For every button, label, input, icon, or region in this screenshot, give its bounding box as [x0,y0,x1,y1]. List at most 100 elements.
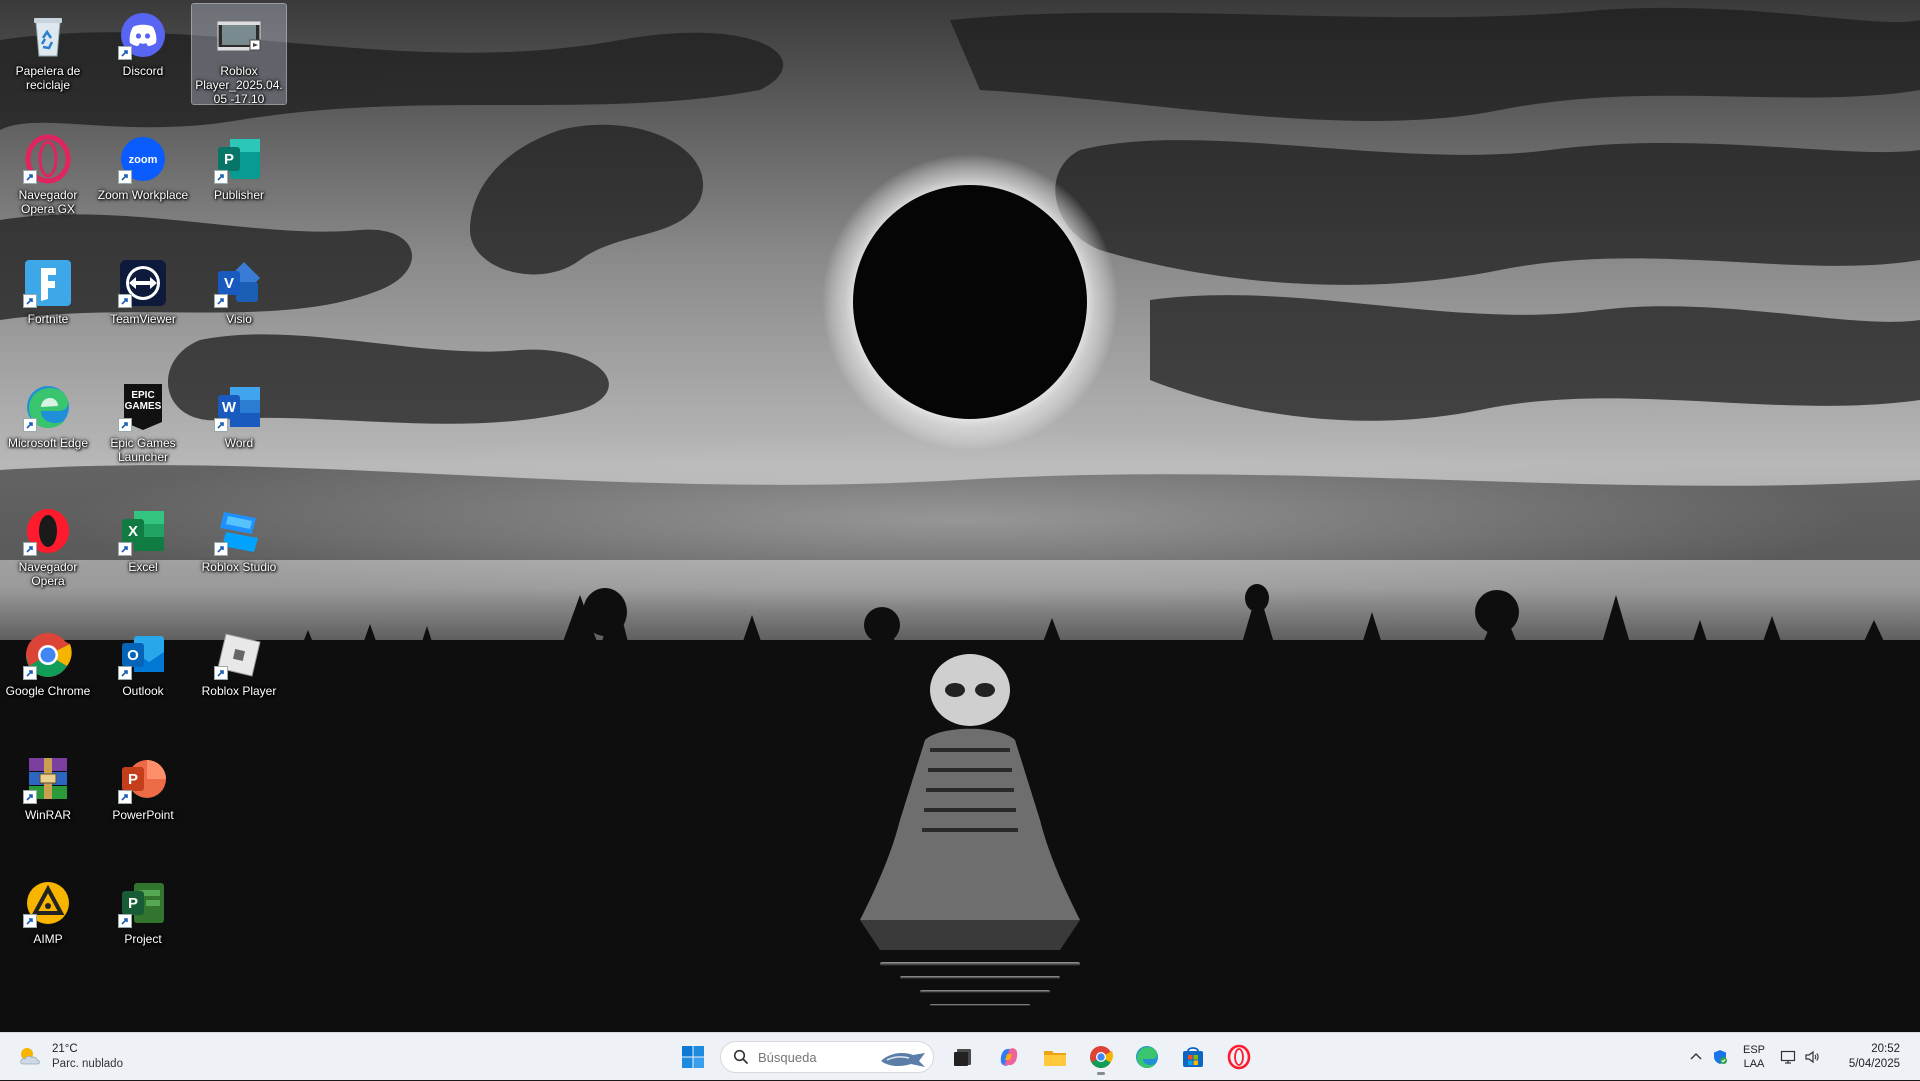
opera-icon [1227,1044,1251,1070]
desktop-icon-label: Navegador Opera [18,560,78,588]
desktop-wallpaper [0,0,1920,1032]
chrome-button[interactable] [1080,1037,1122,1077]
desktop-icon-roblox-studio[interactable]: Roblox Studio [192,500,286,612]
winrar-icon [23,754,73,804]
desktop-icon-label: Roblox Player [201,684,277,698]
outlook-icon: O [118,630,168,680]
desktop-icon-project[interactable]: P Project [96,872,190,984]
shortcut-arrow-icon [118,790,132,804]
svg-text:O: O [127,647,139,664]
recycle-bin-icon [23,10,73,60]
shortcut-arrow-icon [23,294,37,308]
desktop-icon-outlook[interactable]: O Outlook [96,624,190,736]
shortcut-arrow-icon [214,418,228,432]
chrome-icon [23,630,73,680]
clock-time: 20:52 [1871,1043,1900,1055]
input-language-button[interactable]: ESP LAA [1736,1037,1772,1077]
store-button[interactable] [1172,1037,1214,1077]
search-highlight-icon [881,1053,925,1067]
desktop-icon-label: Google Chrome [5,684,91,698]
desktop-icon-label: Project [124,932,162,946]
speaker-icon [1805,1050,1819,1064]
svg-text:P: P [224,151,234,168]
svg-text:X: X [128,523,138,540]
search-icon [733,1049,749,1065]
publisher-icon: P [214,134,264,184]
desktop-icon-label: Excel [128,560,158,574]
volume-button[interactable] [1804,1037,1820,1077]
desktop-icon-opera[interactable]: Navegador Opera [1,500,95,612]
desktop-icon-label: Navegador Opera GX [18,188,78,216]
desktop-icon-google-chrome[interactable]: Google Chrome [1,624,95,736]
desktop-icon-epic-games-launcher[interactable]: EPIC GAMES Epic Games Launcher [96,376,190,488]
clock-date: 5/04/2025 [1848,1058,1900,1070]
clock-button[interactable]: 20:52 5/04/2025 [1828,1037,1916,1077]
edge-icon [23,382,73,432]
shortcut-arrow-icon [23,914,37,928]
system-tray: ESP LAA 20:52 5/04/2025 [1684,1033,1920,1081]
shortcut-arrow-icon [118,418,132,432]
powerpoint-icon: P [118,754,168,804]
desktop-icon-discord[interactable]: Discord [96,4,190,116]
fortnite-icon [23,258,73,308]
desktop-icon-powerpoint[interactable]: P PowerPoint [96,748,190,860]
desktop-icon-label: Papelera de reciclaje [15,64,81,92]
weather-widget[interactable]: 21°C Parc. nublado [16,1039,123,1075]
visio-icon: V [214,258,264,308]
desktop-icon-microsoft-edge[interactable]: Microsoft Edge [1,376,95,488]
svg-text:V: V [224,275,234,292]
svg-text:W: W [222,399,237,416]
shortcut-arrow-icon [23,418,37,432]
edge-button[interactable] [1126,1037,1168,1077]
desktop-icon-visio[interactable]: V Visio [192,252,286,364]
shortcut-arrow-icon [118,542,132,556]
shield-icon [1714,1050,1727,1064]
desktop-icon-label: Fortnite [27,312,69,326]
opera-button[interactable] [1218,1037,1260,1077]
epic-games-icon: EPIC GAMES [118,382,168,432]
desktop-icon-word[interactable]: W Word [192,376,286,488]
desktop-icon-recycle-bin[interactable]: Papelera de reciclaje [1,4,95,116]
show-hidden-icons-button[interactable] [1688,1037,1704,1077]
language-code: ESP [1742,1044,1765,1056]
chevron-up-icon [1690,1053,1702,1060]
weather-temperature: 21°C [52,1043,78,1055]
running-indicator [1097,1072,1105,1075]
desktop-icon-label: Outlook [122,684,164,698]
copilot-button[interactable] [988,1037,1030,1077]
network-button[interactable] [1780,1037,1796,1077]
desktop-icon-teamviewer[interactable]: TeamViewer [96,252,190,364]
opera-icon [23,506,73,556]
desktop-icon-label: Word [224,436,254,450]
desktop-icon-label: Roblox Studio [201,560,277,574]
task-view-button[interactable] [942,1037,984,1077]
desktop-icon-label: PowerPoint [112,808,174,822]
desktop-icon-zoom-workplace[interactable]: zoom Zoom Workplace [96,128,190,240]
desktop-icon-fortnite[interactable]: Fortnite [1,252,95,364]
shortcut-arrow-icon [214,666,228,680]
network-icon [1780,1050,1796,1064]
desktop-icon-publisher[interactable]: P Publisher [192,128,286,240]
epic-logo-text: EPIC GAMES [124,390,162,412]
shortcut-arrow-icon [214,294,228,308]
copilot-icon [1000,1048,1018,1066]
desktop-icon-label: Zoom Workplace [97,188,189,202]
desktop-icon-aimp[interactable]: AIMP [1,872,95,984]
taskbar: 21°C Parc. nublado Búsqueda ESP LAA 20:5… [0,1032,1920,1080]
desktop-icon-excel[interactable]: X Excel [96,500,190,612]
taskbar-search-box[interactable] [720,1041,934,1073]
task-view-icon [954,1049,971,1066]
shortcut-arrow-icon [118,170,132,184]
search-input[interactable] [758,1049,868,1065]
start-button[interactable] [672,1037,714,1077]
security-tray-icon[interactable] [1712,1037,1728,1077]
desktop-icon-winrar[interactable]: WinRAR [1,748,95,860]
desktop-icon-roblox-player[interactable]: Roblox Player [192,624,286,736]
shortcut-arrow-icon [118,666,132,680]
svg-text:P: P [128,771,138,788]
file-explorer-button[interactable] [1034,1037,1076,1077]
word-icon: W [214,382,264,432]
desktop-icon-roblox-recording[interactable]: Roblox Player_2025.04.05 -17.10 [191,3,287,106]
desktop-icon-opera-gx[interactable]: Navegador Opera GX [1,128,95,240]
shortcut-arrow-icon [118,914,132,928]
